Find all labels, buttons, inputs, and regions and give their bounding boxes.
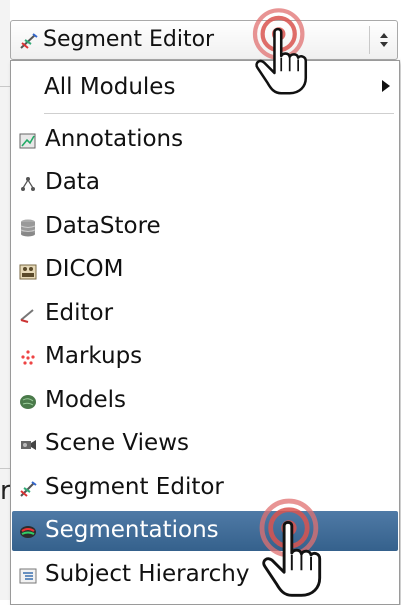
menu-item-label: Markups: [45, 343, 143, 369]
segment-editor-icon: [20, 33, 38, 49]
background-panel: [0, 0, 10, 600]
submenu-arrow-icon: [382, 80, 390, 92]
click-indicator-hand-icon: [252, 8, 308, 95]
data-tree-icon: [21, 177, 35, 191]
datastore-icon: [20, 219, 36, 237]
menu-item-label: Segmentations: [45, 517, 219, 543]
menu-item-label: Scene Views: [45, 430, 189, 456]
menu-item-label: Subject Hierarchy: [45, 561, 250, 587]
subject-hierarchy-icon: [19, 568, 37, 584]
menu-item-scene-views[interactable]: Scene Views: [12, 424, 398, 464]
module-selector-value: Segment Editor: [43, 27, 215, 52]
menu-item-models[interactable]: Models: [12, 381, 398, 421]
menu-item-all-modules[interactable]: All Modules: [11, 61, 399, 111]
menu-item-markups[interactable]: Markups: [12, 337, 398, 377]
combo-divider: [369, 26, 370, 54]
markups-icon: [21, 350, 35, 365]
dicom-icon: [19, 264, 37, 280]
models-icon: [20, 395, 36, 409]
segmentations-icon: [20, 526, 36, 538]
background-divider: [0, 86, 10, 87]
background-divider: [0, 468, 10, 469]
module-selector-combobox[interactable]: Segment Editor: [10, 20, 398, 60]
menu-item-dicom[interactable]: DICOM: [12, 250, 398, 290]
menu-item-label: All Modules: [44, 74, 176, 100]
menu-item-label: Editor: [45, 300, 114, 326]
menu-item-datastore[interactable]: DataStore: [12, 207, 398, 247]
click-indicator-hand-icon: [259, 498, 322, 597]
menu-item-label: DICOM: [45, 256, 124, 282]
editor-pen-icon: [20, 309, 34, 323]
menu-item-editor[interactable]: Editor: [12, 294, 398, 334]
menu-item-label: Data: [45, 169, 100, 195]
menu-item-label: Segment Editor: [45, 474, 224, 500]
menu-item-label: Models: [45, 387, 127, 413]
up-down-arrows-icon[interactable]: [378, 28, 390, 52]
menu-item-annotations[interactable]: Annotations: [12, 120, 398, 160]
menu-separator: [44, 113, 394, 114]
menu-item-label: DataStore: [45, 213, 161, 239]
menu-item-data[interactable]: Data: [12, 163, 398, 203]
segment-editor-icon: [20, 481, 37, 497]
menu-item-label: Annotations: [45, 126, 184, 152]
scene-views-icon: [21, 440, 36, 450]
annotations-icon: [19, 133, 36, 149]
